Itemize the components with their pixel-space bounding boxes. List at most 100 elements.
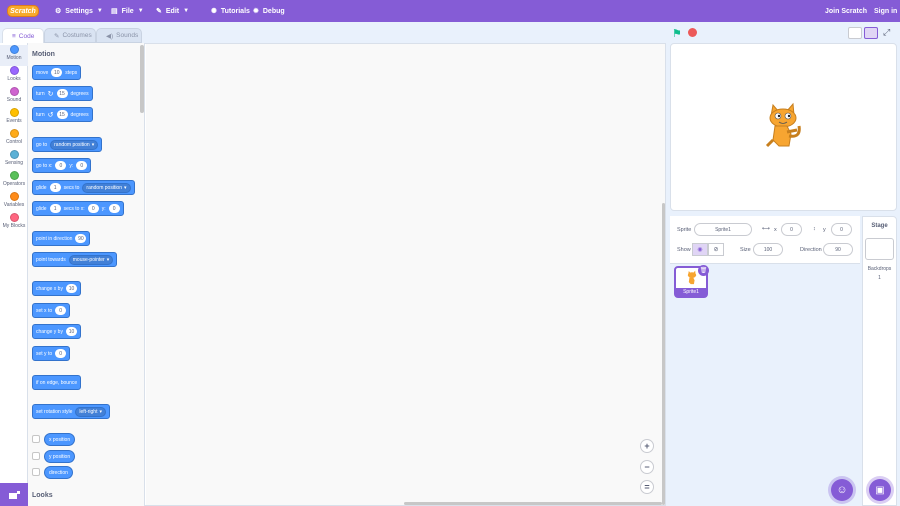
- delete-sprite-button[interactable]: 🗑: [698, 265, 709, 276]
- block-text: direction: [49, 469, 68, 476]
- cat-sprite[interactable]: [761, 102, 805, 152]
- block-input[interactable]: 0: [87, 204, 99, 213]
- y-position-field[interactable]: 0: [831, 223, 852, 236]
- eye-slash-icon: ⊘: [713, 247, 719, 253]
- tab-sounds[interactable]: ◀) Sounds: [96, 28, 142, 43]
- show-visible-button[interactable]: ◉: [692, 243, 708, 256]
- settings-menu[interactable]: ⚙ Settings ▼: [55, 0, 103, 22]
- block-set-x[interactable]: set x to 0: [32, 303, 71, 318]
- block-glide-xy[interactable]: glide 1 secs to x: 0 y: 0: [32, 201, 124, 216]
- tutorials-button[interactable]: ✺ Tutorials: [211, 0, 250, 22]
- block-input[interactable]: 0: [55, 349, 67, 358]
- stage-canvas[interactable]: [670, 43, 897, 211]
- block-move-steps[interactable]: move 10 steps: [32, 65, 82, 80]
- reporter-direction[interactable]: direction: [44, 466, 73, 479]
- zoom-in-button[interactable]: +: [640, 439, 654, 453]
- block-change-x[interactable]: change x by 10: [32, 281, 81, 296]
- zoom-out-button[interactable]: −: [640, 460, 654, 474]
- add-backdrop-button[interactable]: ▣: [869, 479, 891, 501]
- block-input[interactable]: 10: [65, 284, 77, 293]
- category-label: Control: [5, 139, 23, 145]
- checkbox-direction[interactable]: [32, 468, 40, 476]
- block-input[interactable]: 0: [55, 306, 67, 315]
- green-flag-button[interactable]: ⚑: [672, 27, 682, 40]
- large-stage-button[interactable]: [864, 27, 878, 39]
- block-input[interactable]: 1: [49, 183, 61, 192]
- stage-thumbnail[interactable]: [865, 238, 894, 260]
- edit-menu[interactable]: ✎ Edit ▼: [156, 0, 189, 22]
- checkbox-x-position[interactable]: [32, 435, 40, 443]
- category-my-blocks[interactable]: My Blocks: [0, 213, 28, 234]
- block-go-to-xy[interactable]: go to x: 0 y: 0: [32, 158, 92, 173]
- tab-code[interactable]: ≡ Code: [2, 28, 44, 43]
- category-label: My Blocks: [2, 223, 26, 229]
- scratch-logo[interactable]: Scratch: [7, 5, 39, 17]
- workspace-vertical-scrollbar[interactable]: [662, 203, 665, 505]
- block-point-towards[interactable]: point towards mouse-pointer ▾: [32, 252, 118, 267]
- category-variables[interactable]: Variables: [0, 192, 28, 213]
- block-text: glide: [36, 184, 47, 191]
- category-motion[interactable]: Motion: [0, 45, 28, 66]
- join-scratch-link[interactable]: Join Scratch: [825, 0, 867, 22]
- category-control[interactable]: Control: [0, 129, 28, 150]
- block-input[interactable]: 0: [108, 204, 120, 213]
- block-change-y[interactable]: change y by 10: [32, 324, 81, 339]
- block-input[interactable]: 1: [49, 204, 61, 213]
- block-turn-right[interactable]: turn ↻ 15 degrees: [32, 86, 93, 101]
- category-sound[interactable]: Sound: [0, 87, 28, 108]
- palette-scrollbar[interactable]: [140, 45, 144, 113]
- operators-dot-icon: [9, 171, 19, 180]
- block-input[interactable]: 15: [56, 89, 68, 98]
- block-input[interactable]: 15: [56, 110, 68, 119]
- small-stage-button[interactable]: [848, 27, 862, 39]
- block-dropdown[interactable]: random position ▾: [50, 139, 99, 150]
- zoom-reset-button[interactable]: =: [640, 480, 654, 494]
- script-workspace[interactable]: [146, 44, 665, 505]
- block-dropdown[interactable]: mouse-pointer ▾: [68, 254, 114, 265]
- block-input[interactable]: 0: [55, 161, 67, 170]
- globe-icon: ⚙: [55, 8, 62, 15]
- block-glide[interactable]: glide 1 secs to random position ▾: [32, 180, 135, 195]
- debug-label: Debug: [262, 7, 285, 15]
- category-looks[interactable]: Looks: [0, 66, 28, 87]
- category-operators[interactable]: Operators: [0, 171, 28, 192]
- tab-costumes[interactable]: ✎ Costumes: [44, 28, 96, 43]
- workspace-horizontal-scrollbar[interactable]: [404, 502, 662, 505]
- block-text: set y to: [36, 350, 53, 357]
- block-dropdown[interactable]: random position ▾: [82, 182, 131, 193]
- block-dropdown[interactable]: left-right ▾: [75, 406, 106, 417]
- backdrops-count: 1: [878, 275, 881, 281]
- file-menu[interactable]: ▤ File ▼: [111, 0, 144, 22]
- add-sprite-button[interactable]: ☺: [831, 479, 853, 501]
- checkbox-y-position[interactable]: [32, 452, 40, 460]
- sprite-name-field[interactable]: Sprite1: [694, 223, 752, 236]
- block-point-direction[interactable]: point in direction 90: [32, 231, 91, 246]
- category-events[interactable]: Events: [0, 108, 28, 129]
- direction-field[interactable]: 90: [823, 243, 853, 256]
- block-input[interactable]: 0: [76, 161, 88, 170]
- category-label: Sensing: [4, 160, 24, 166]
- x-position-field[interactable]: 0: [781, 223, 802, 236]
- category-sensing[interactable]: Sensing: [0, 150, 28, 171]
- add-extension-button[interactable]: [0, 483, 28, 506]
- reporter-x-position[interactable]: x position: [44, 433, 76, 446]
- block-input[interactable]: 90: [75, 234, 87, 243]
- block-text: turn: [36, 90, 45, 97]
- sign-in-link[interactable]: Sign in: [874, 0, 897, 22]
- debug-button[interactable]: ✹ Debug: [253, 0, 285, 22]
- block-rotation-style[interactable]: set rotation style left-right ▾: [32, 404, 110, 419]
- block-input[interactable]: 10: [65, 327, 77, 336]
- chevron-down-icon: ▼: [137, 8, 144, 14]
- block-input[interactable]: 10: [51, 68, 63, 77]
- block-go-to[interactable]: go to random position ▾: [32, 137, 103, 152]
- block-bounce[interactable]: if on edge, bounce: [32, 375, 82, 390]
- block-turn-left[interactable]: turn ↺ 15 degrees: [32, 107, 93, 122]
- stop-button[interactable]: [688, 28, 697, 37]
- fullscreen-button[interactable]: ⤢: [883, 27, 890, 38]
- size-field[interactable]: 100: [753, 243, 783, 256]
- motion-dot-icon: [9, 45, 19, 54]
- show-hidden-button[interactable]: ⊘: [708, 243, 724, 256]
- block-set-y[interactable]: set y to 0: [32, 346, 71, 361]
- y-arrows-icon: ↕: [813, 226, 816, 232]
- reporter-y-position[interactable]: y position: [44, 450, 76, 463]
